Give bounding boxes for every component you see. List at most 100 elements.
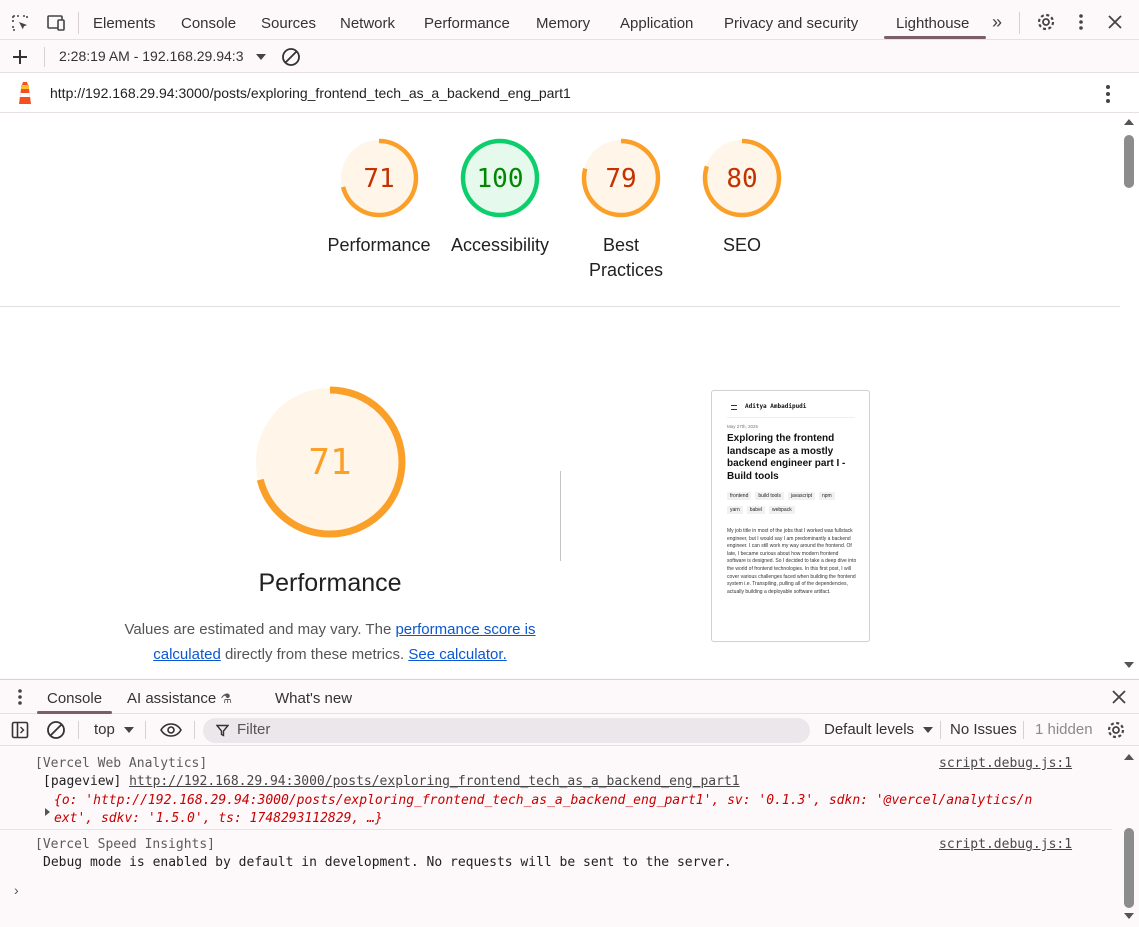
drawer-tab-whats-new[interactable]: What's new: [275, 690, 352, 707]
gauge-best-practices[interactable]: 79 Best Practices: [561, 137, 681, 283]
console-messages: [Vercel Web Analytics] script.debug.js:1…: [0, 746, 1139, 927]
tab-application[interactable]: Application: [620, 0, 693, 40]
inspect-element-icon[interactable]: [8, 11, 32, 35]
gauge-label: SEO: [722, 235, 761, 255]
log-levels-value: Default levels: [824, 721, 915, 738]
drawer-menu-kebab-icon[interactable]: [10, 686, 30, 708]
console-scrollbar[interactable]: [1120, 746, 1139, 927]
tab-elements[interactable]: Elements: [93, 0, 156, 40]
gauge-score: 100: [477, 164, 524, 194]
gauge-label: Accessibility: [450, 235, 550, 255]
see-calculator-link[interactable]: See calculator.: [408, 646, 506, 663]
gauge-score: 80: [726, 164, 757, 194]
console-message: [Vercel Speed Insights] script.debug.js:…: [0, 831, 1112, 871]
clear-reports-icon[interactable]: [279, 45, 303, 69]
drawer-tab-console[interactable]: Console: [47, 690, 102, 707]
tab-performance[interactable]: Performance: [424, 0, 510, 40]
scroll-up-arrow-icon[interactable]: [1124, 754, 1134, 760]
preview-tag: webpack: [768, 506, 795, 514]
report-select[interactable]: 2:28:19 AM - 192.168.29.94:3: [59, 48, 243, 64]
settings-gear-icon[interactable]: [1034, 10, 1058, 34]
expand-triangle-icon[interactable]: [45, 808, 50, 816]
report-url: http://192.168.29.94:3000/posts/explorin…: [50, 85, 571, 101]
preview-tag: babel: [746, 506, 765, 514]
devtools-tab-bar: Elements Console Sources Network Perform…: [0, 0, 1139, 40]
source-link[interactable]: script.debug.js:1: [939, 837, 1072, 852]
hamburger-menu-icon: [731, 405, 737, 410]
divider: [1019, 12, 1020, 34]
console-toolbar: top Filter Default levels No Issues 1 hi…: [0, 714, 1139, 746]
filter-placeholder: Filter: [237, 721, 271, 738]
gauge-ring: 79: [581, 138, 661, 218]
close-devtools-icon[interactable]: [1104, 10, 1126, 34]
console-settings-gear-icon[interactable]: [1104, 719, 1128, 741]
object-preview[interactable]: {o: 'http://192.168.29.94:3000/posts/exp…: [54, 792, 1094, 828]
lighthouse-report: 71 Performance 100 Accessibility 79 Best…: [0, 113, 1120, 678]
scrollbar-thumb[interactable]: [1124, 135, 1134, 188]
pageview-url-link[interactable]: http://192.168.29.94:3000/posts/explorin…: [129, 774, 739, 789]
message-header: [Vercel Web Analytics]: [35, 756, 208, 771]
filter-input[interactable]: Filter: [203, 718, 810, 743]
preview-tag: npm: [819, 492, 835, 500]
vertical-divider: [560, 471, 561, 561]
gauge-seo[interactable]: 80 SEO: [682, 137, 802, 258]
clear-console-icon[interactable]: [45, 719, 67, 741]
gauge-accessibility[interactable]: 100 Accessibility: [440, 137, 560, 258]
tab-lighthouse[interactable]: Lighthouse: [896, 0, 969, 40]
flask-icon: ⚗: [220, 691, 233, 706]
sidebar-toggle-icon[interactable]: [9, 719, 31, 741]
scroll-down-arrow-icon[interactable]: [1124, 662, 1134, 668]
more-tabs-chevron-icon[interactable]: »: [986, 10, 1008, 34]
gauge-performance[interactable]: 71 Performance: [319, 137, 439, 258]
context-value: top: [94, 721, 115, 738]
scroll-up-arrow-icon[interactable]: [1124, 119, 1134, 125]
object-preview-line: ext', sdkv: '1.5.0', ts: 1748293112829, …: [54, 811, 383, 826]
gauge-label: Best Practices: [589, 235, 664, 280]
performance-big-score: 71: [308, 442, 351, 483]
drawer-tab-label: AI assistance: [127, 690, 217, 707]
hidden-count: 1 hidden: [1035, 721, 1093, 738]
context-selector[interactable]: top: [94, 721, 135, 738]
final-screenshot[interactable]: Aditya Ambadipudi May 27th, 2025 Explori…: [711, 390, 870, 642]
source-link[interactable]: script.debug.js:1: [939, 756, 1072, 771]
preview-tags: frontend build tools javascript npm yarn babe…: [727, 489, 862, 517]
tab-memory[interactable]: Memory: [536, 0, 590, 40]
drawer-tab-ai-assistance[interactable]: AI assistance ⚗: [127, 690, 232, 707]
divider: [78, 721, 79, 739]
preview-tag: yarn: [727, 506, 743, 514]
divider: [78, 12, 79, 34]
performance-description: Values are estimated and may vary. The p…: [120, 617, 540, 667]
divider: [1023, 721, 1024, 739]
device-toolbar-icon[interactable]: [44, 11, 68, 35]
preview-date: May 27th, 2025: [727, 424, 759, 429]
desc-text: Values are estimated and may vary. The: [124, 621, 396, 638]
gauge-label: Performance: [327, 235, 431, 255]
tab-sources[interactable]: Sources: [261, 0, 316, 40]
console-prompt-chevron-icon[interactable]: ›: [14, 882, 19, 898]
log-levels-dropdown[interactable]: Default levels: [824, 721, 934, 738]
divider: [940, 721, 941, 739]
dropdown-arrow-icon[interactable]: [254, 50, 268, 64]
report-scrollbar[interactable]: [1120, 113, 1139, 678]
scrollbar-thumb[interactable]: [1124, 828, 1134, 908]
report-menu-kebab-icon[interactable]: [1097, 82, 1119, 106]
tab-network[interactable]: Network: [340, 0, 395, 40]
preview-tag: frontend: [727, 492, 752, 500]
dropdown-arrow-icon: [124, 727, 135, 734]
more-options-kebab-icon[interactable]: [1070, 10, 1092, 34]
live-expression-eye-icon[interactable]: [158, 719, 184, 741]
performance-big-gauge: 71: [254, 386, 406, 538]
tab-privacy-and-security[interactable]: Privacy and security: [724, 0, 858, 40]
issues-count[interactable]: No Issues: [950, 721, 1017, 738]
message-header: [Vercel Speed Insights]: [35, 837, 216, 852]
section-divider: [0, 306, 1120, 307]
close-drawer-icon[interactable]: [1108, 686, 1130, 708]
filter-funnel-icon: [215, 724, 230, 742]
message-text: [pageview] http://192.168.29.94:3000/pos…: [43, 774, 740, 789]
lighthouse-logo-icon: [13, 80, 37, 106]
tab-console[interactable]: Console: [181, 0, 236, 40]
gauge-ring: 100: [460, 138, 540, 218]
new-report-plus-icon[interactable]: [8, 45, 32, 69]
scroll-down-arrow-icon[interactable]: [1124, 913, 1134, 919]
desc-text: directly from these metrics.: [220, 646, 409, 663]
